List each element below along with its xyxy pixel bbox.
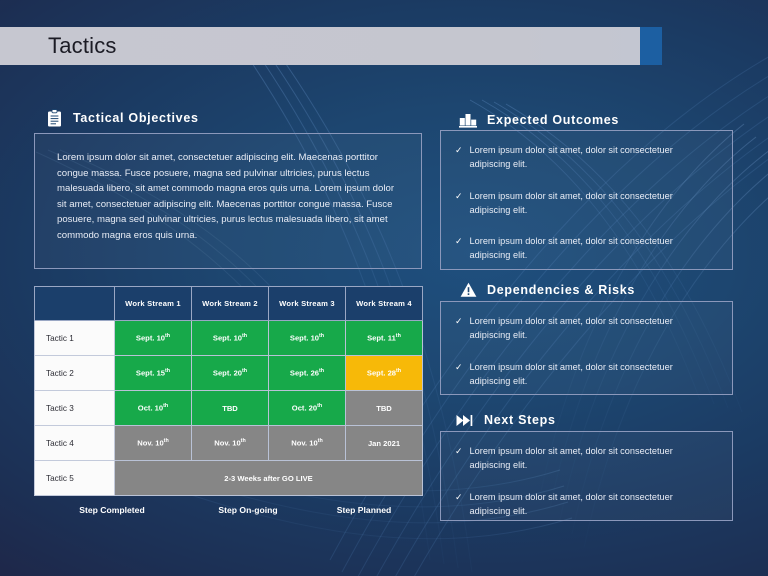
table-row: Tactic 3 Oct. 10th TBD Oct. 20th TBD: [34, 390, 423, 426]
date-ordinal-suffix: th: [317, 438, 323, 445]
column-header-work-stream-3: Work Stream 3: [268, 286, 346, 321]
date-ordinal-suffix: th: [395, 333, 401, 340]
row-label: Tactic 2: [34, 355, 115, 391]
expected-outcomes-list: ✓ Lorem ipsum dolor sit amet, dolor sit …: [441, 131, 732, 273]
table-row: Tactic 4 Nov. 10th Nov. 10th Nov. 10th Jan 2…: [34, 425, 423, 461]
title-accent-block: [640, 27, 662, 65]
table-cell: Sept. 15th: [114, 355, 192, 391]
date-ordinal-suffix: th: [163, 403, 169, 410]
table-cell: Oct. 20th: [268, 390, 346, 426]
section-label-tactical-objectives: Tactical Objectives: [73, 111, 199, 125]
list-item: ✓ Lorem ipsum dolor sit amet, dolor sit …: [455, 189, 718, 218]
table-header-row: Work Stream 1 Work Stream 2 Work Stream …: [34, 286, 423, 321]
list-item-text: Lorem ipsum dolor sit amet, dolor sit co…: [469, 316, 673, 341]
date-ordinal-suffix: th: [319, 333, 325, 340]
column-header-work-stream-4: Work Stream 4: [345, 286, 423, 321]
clipboard-icon: [44, 108, 64, 128]
tactical-objectives-body: Lorem ipsum dolor sit amet, consectetuer…: [57, 152, 395, 241]
panel-expected-outcomes: ✓ Lorem ipsum dolor sit amet, dolor sit …: [440, 130, 733, 270]
check-icon: ✓: [455, 361, 463, 372]
list-item: ✓ Lorem ipsum dolor sit amet, dolor sit …: [455, 234, 718, 263]
column-header-work-stream-1: Work Stream 1: [114, 286, 192, 321]
section-label-dependencies-risks: Dependencies & Risks: [487, 283, 636, 297]
dependencies-risks-list: ✓ Lorem ipsum dolor sit amet, dolor sit …: [441, 302, 732, 398]
table-cell: TBD: [191, 390, 269, 426]
list-item-text: Lorem ipsum dolor sit amet, dolor sit co…: [469, 361, 673, 386]
table-corner-cell: [34, 286, 115, 321]
date-ordinal-suffix: th: [319, 368, 325, 375]
row-label: Tactic 5: [34, 460, 115, 496]
date-ordinal-suffix: th: [240, 438, 246, 445]
table-cell: Jan 2021: [345, 425, 423, 461]
check-icon: ✓: [455, 190, 463, 201]
table-cell: Sept. 10th: [114, 320, 192, 356]
table-cell: Nov. 10th: [268, 425, 346, 461]
table-cell: Sept. 28th: [345, 355, 423, 391]
date-ordinal-suffix: th: [242, 368, 248, 375]
skip-forward-icon: [455, 410, 475, 430]
section-label-expected-outcomes: Expected Outcomes: [487, 113, 620, 127]
table-cell: Nov. 10th: [114, 425, 192, 461]
check-icon: ✓: [455, 236, 463, 246]
table-cell: Sept. 11th: [345, 320, 423, 356]
table-cell: 2-3 Weeks after GO LIVE: [114, 460, 423, 496]
next-steps-list: ✓ Lorem ipsum dolor sit amet, dolor sit …: [441, 432, 732, 528]
list-item-text: Lorem ipsum dolor sit amet, dolor sit co…: [469, 236, 673, 261]
table-cell: Oct. 10th: [114, 390, 192, 426]
row-label: Tactic 4: [34, 425, 115, 461]
date-ordinal-suffix: th: [396, 368, 402, 375]
check-icon: ✓: [455, 446, 463, 456]
tactics-schedule-table: Work Stream 1 Work Stream 2 Work Stream …: [34, 286, 423, 496]
warning-triangle-icon: [458, 280, 478, 300]
table-body: Tactic 1 Sept. 10th Sept. 10th Sept. 10th Se…: [34, 320, 423, 496]
row-label: Tactic 3: [34, 390, 115, 426]
section-label-next-steps: Next Steps: [484, 413, 556, 427]
table-row: Tactic 1 Sept. 10th Sept. 10th Sept. 10th Se…: [34, 320, 423, 356]
list-item-text: Lorem ipsum dolor sit amet, dolor sit co…: [469, 446, 673, 471]
check-icon: ✓: [455, 316, 463, 326]
table-cell: Nov. 10th: [191, 425, 269, 461]
table-cell: Sept. 10th: [191, 320, 269, 356]
date-ordinal-suffix: th: [165, 368, 171, 375]
row-label: Tactic 1: [34, 320, 115, 356]
page-title: Tactics: [48, 33, 117, 58]
list-item: ✓ Lorem ipsum dolor sit amet, dolor sit …: [455, 143, 718, 172]
check-icon: ✓: [455, 145, 463, 155]
table-cell: TBD: [345, 390, 423, 426]
section-header-next-steps: Next Steps: [455, 410, 556, 430]
table-cell: Sept. 10th: [268, 320, 346, 356]
status-legend: Step Completed Step On-going Step Planne…: [34, 505, 422, 515]
podium-chart-icon: [458, 110, 478, 130]
list-item-text: Lorem ipsum dolor sit amet, dolor sit co…: [469, 491, 673, 516]
list-item-text: Lorem ipsum dolor sit amet, dolor sit co…: [469, 190, 673, 215]
panel-dependencies-risks: ✓ Lorem ipsum dolor sit amet, dolor sit …: [440, 301, 733, 395]
list-item: ✓ Lorem ipsum dolor sit amet, dolor sit …: [455, 490, 718, 519]
list-item: ✓ Lorem ipsum dolor sit amet, dolor sit …: [455, 360, 718, 389]
list-item: ✓ Lorem ipsum dolor sit amet, dolor sit …: [455, 444, 718, 473]
panel-next-steps: ✓ Lorem ipsum dolor sit amet, dolor sit …: [440, 431, 733, 521]
check-icon: ✓: [455, 491, 463, 502]
date-ordinal-suffix: th: [163, 438, 169, 445]
column-header-work-stream-2: Work Stream 2: [191, 286, 269, 321]
table-cell: Sept. 26th: [268, 355, 346, 391]
list-item-text: Lorem ipsum dolor sit amet, dolor sit co…: [469, 145, 673, 170]
legend-step-planned: Step Planned: [336, 505, 392, 515]
panel-tactical-objectives: Lorem ipsum dolor sit amet, consectetuer…: [34, 133, 422, 269]
table-row: Tactic 2 Sept. 15th Sept. 20th Sept. 26th Se…: [34, 355, 423, 391]
date-ordinal-suffix: th: [165, 333, 171, 340]
list-item: ✓ Lorem ipsum dolor sit amet, dolor sit …: [455, 314, 718, 343]
slide-canvas: Tactics Tactical Objectives Lorem ipsum …: [0, 0, 768, 576]
legend-step-completed: Step Completed: [79, 505, 145, 515]
section-header-expected-outcomes: Expected Outcomes: [458, 110, 619, 130]
section-header-dependencies-risks: Dependencies & Risks: [458, 280, 635, 300]
table-cell: Sept. 20th: [191, 355, 269, 391]
legend-step-ongoing: Step On-going: [218, 505, 278, 515]
section-header-tactical-objectives: Tactical Objectives: [44, 108, 199, 128]
date-ordinal-suffix: th: [317, 403, 323, 410]
slide-title-bar: Tactics: [0, 27, 662, 65]
date-ordinal-suffix: th: [242, 333, 248, 340]
table-row: Tactic 5 2-3 Weeks after GO LIVE: [34, 460, 423, 496]
